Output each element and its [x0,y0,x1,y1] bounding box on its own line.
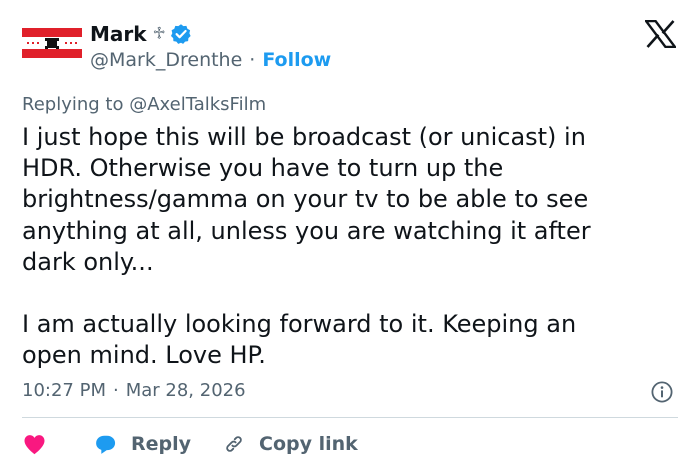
verified-badge-icon [170,23,192,45]
copy-link-button[interactable]: Copy link [223,430,358,458]
handle-separator: · [249,49,256,71]
replying-to-mention[interactable]: @AxelTalksFilm [129,94,266,115]
reply-label: Reply [131,433,192,455]
timestamp-separator: · [112,380,119,401]
like-button[interactable] [22,432,47,457]
flag-avatar-icon [22,28,82,58]
tweet-card: Mark ♱ @Mark_Drenthe · Follow Replying t… [0,0,700,471]
replying-to-prefix: Replying to [22,94,124,115]
display-name[interactable]: Mark [90,21,147,47]
heart-icon [24,434,45,454]
replying-to: Replying to @AxelTalksFilm [22,93,266,117]
speech-bubble-icon [96,435,116,454]
tweet-text: I just hope this will be broadcast (or u… [22,123,591,370]
name-emoji: ♱ [152,24,166,44]
tweet-time: 10:27 PM [22,380,106,401]
author-handle-row: @Mark_Drenthe · Follow [90,48,331,72]
tweet-date: Mar 28, 2026 [125,380,246,401]
reply-button[interactable]: Reply [93,430,191,458]
copy-link-label: Copy link [259,433,358,455]
link-icon [226,436,242,452]
author-name-row: Mark ♱ [90,21,192,47]
tweet-timestamp[interactable]: 10:27 PM · Mar 28, 2026 [22,379,246,403]
avatar[interactable] [22,28,82,58]
divider [22,417,678,418]
follow-button[interactable]: Follow [262,48,331,72]
info-icon[interactable] [651,381,673,403]
author-handle[interactable]: @Mark_Drenthe [90,48,242,72]
x-logo-icon[interactable] [643,19,678,49]
action-bar: Reply Copy link [22,430,358,458]
